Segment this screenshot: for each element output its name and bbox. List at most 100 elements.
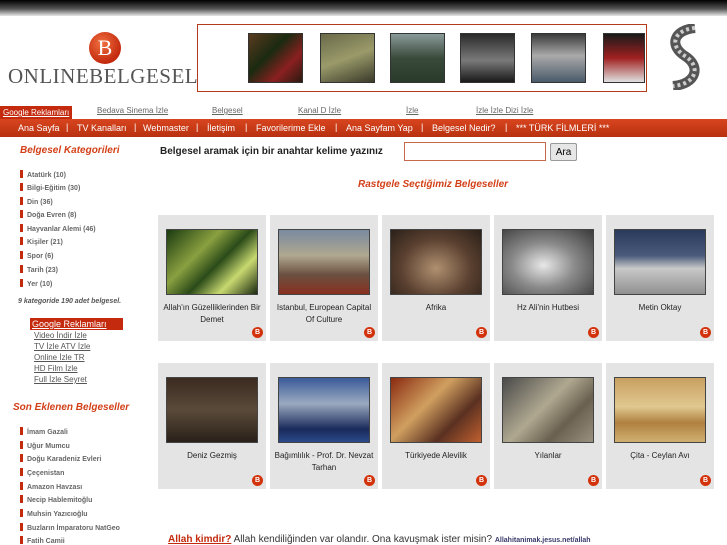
- doc-title[interactable]: Çita - Ceylan Avı: [608, 450, 712, 462]
- bullet-icon: [20, 251, 23, 259]
- doc-thumbnail[interactable]: [390, 377, 482, 443]
- banner-image-1: [248, 33, 303, 83]
- doc-card[interactable]: Deniz Gezmiş B: [158, 363, 266, 489]
- footer-ad-url[interactable]: Allahitanimak.jesus.net/allah: [495, 537, 591, 544]
- recent-item[interactable]: Muhsin Yazıcıoğlu: [20, 509, 88, 518]
- header-banner-ad[interactable]: [197, 24, 647, 92]
- top-gradient-bar: [0, 0, 727, 16]
- doc-title[interactable]: Deniz Gezmiş: [160, 450, 264, 462]
- doc-thumbnail[interactable]: [502, 377, 594, 443]
- category-label: Kişiler (21): [27, 239, 63, 246]
- category-item[interactable]: Hayvanlar Alemi (46): [20, 224, 96, 233]
- bullet-icon: [20, 509, 23, 517]
- nav-tv-kanallari[interactable]: TV Kanalları: [77, 123, 127, 133]
- doc-thumbnail[interactable]: [278, 229, 370, 295]
- doc-thumbnail[interactable]: [390, 229, 482, 295]
- recent-item[interactable]: Çeçenistan: [20, 468, 64, 477]
- doc-thumbnail[interactable]: [502, 229, 594, 295]
- doc-card[interactable]: Allah'ın Güzelliklerinden Bir Demet B: [158, 215, 266, 341]
- category-item[interactable]: Bilgi-Eğitim (30): [20, 183, 80, 192]
- ad-link-bedava-sinema[interactable]: Bedava Sinema İzle: [97, 106, 168, 115]
- main-nav-bar: Ana Sayfa | TV Kanalları | Webmaster | İ…: [0, 119, 727, 137]
- category-item[interactable]: Yer (10): [20, 279, 52, 288]
- sidebar-ad-link[interactable]: TV İzle ATV İzle: [34, 341, 130, 352]
- logo-text: ONLINEBELGESEL: [8, 64, 199, 88]
- category-item[interactable]: Tarih (23): [20, 265, 58, 274]
- bullet-icon: [20, 441, 23, 449]
- doc-thumbnail[interactable]: [166, 229, 258, 295]
- recent-item[interactable]: Necip Hablemitoğlu: [20, 495, 92, 504]
- doc-title[interactable]: Istanbul, European Capital Of Culture: [272, 302, 376, 326]
- b-logo-icon: B: [364, 327, 375, 338]
- doc-card[interactable]: Yılanlar B: [494, 363, 602, 489]
- sidebar-ad-link[interactable]: HD Film İzle: [34, 363, 130, 374]
- recent-item[interactable]: Buzların İmparatoru NatGeo: [20, 523, 120, 532]
- doc-card[interactable]: Istanbul, European Capital Of Culture B: [270, 215, 378, 341]
- nav-ana-sayfam-yap[interactable]: Ana Sayfam Yap: [346, 123, 413, 133]
- doc-title[interactable]: Yılanlar: [496, 450, 600, 462]
- doc-title[interactable]: Türkiyede Alevilik: [384, 450, 488, 462]
- banner-image-3: [390, 33, 445, 83]
- google-ads-label[interactable]: Google Reklamları: [0, 106, 73, 120]
- footer-ad-link[interactable]: Allah kimdir?: [168, 534, 231, 545]
- sidebar-ad-link[interactable]: Video İndir İzle: [34, 330, 130, 341]
- nav-belgesel-nedir[interactable]: Belgesel Nedir?: [432, 123, 496, 133]
- doc-card[interactable]: Metin Oktay B: [606, 215, 714, 341]
- doc-card[interactable]: Çita - Ceylan Avı B: [606, 363, 714, 489]
- category-item[interactable]: Atatürk (10): [20, 170, 66, 179]
- doc-thumbnail[interactable]: [614, 229, 706, 295]
- recent-item[interactable]: İmam Gazali: [20, 427, 68, 436]
- doc-card[interactable]: Bağımlılık - Prof. Dr. Nevzat Tarhan B: [270, 363, 378, 489]
- ad-link-izle[interactable]: İzle: [406, 106, 418, 115]
- doc-thumbnail[interactable]: [614, 377, 706, 443]
- ad-link-belgesel[interactable]: Belgesel: [212, 106, 243, 115]
- category-label: Spor (6): [27, 253, 54, 260]
- doc-card[interactable]: Hz Ali'nin Hutbesi B: [494, 215, 602, 341]
- doc-card[interactable]: Türkiyede Alevilik B: [382, 363, 490, 489]
- recent-item[interactable]: Uğur Mumcu: [20, 441, 70, 450]
- nav-favorilerime-ekle[interactable]: Favorilerime Ekle: [256, 123, 326, 133]
- b-logo-icon: B: [700, 327, 711, 338]
- search-button[interactable]: Ara: [550, 143, 577, 161]
- categories-heading: Belgesel Kategorileri: [20, 145, 120, 156]
- category-label: Hayvanlar Alemi (46): [27, 226, 96, 233]
- bullet-icon: [20, 210, 23, 218]
- doc-thumbnail[interactable]: [278, 377, 370, 443]
- nav-turk-filmleri[interactable]: *** TÜRK FİLMLERİ ***: [516, 123, 609, 133]
- ad-link-dizi-izle[interactable]: İzle İzle Dizi İzle: [476, 106, 533, 115]
- category-item[interactable]: Din (36): [20, 197, 53, 206]
- doc-card[interactable]: Afrika B: [382, 215, 490, 341]
- bullet-icon: [20, 183, 23, 191]
- logo-b-icon: B: [89, 32, 121, 64]
- nav-separator: |: [505, 122, 508, 132]
- site-logo[interactable]: B ONLINEBELGESEL: [8, 28, 198, 92]
- doc-title[interactable]: Hz Ali'nin Hutbesi: [496, 302, 600, 314]
- ad-link-kanal-d[interactable]: Kanal D İzle: [298, 106, 341, 115]
- category-item[interactable]: Doğa Evren (8): [20, 210, 76, 219]
- bullet-icon: [20, 265, 23, 273]
- bullet-icon: [20, 279, 23, 287]
- recent-item[interactable]: Doğu Karadeniz Evleri: [20, 454, 101, 463]
- doc-title[interactable]: Bağımlılık - Prof. Dr. Nevzat Tarhan: [272, 450, 376, 474]
- recent-item[interactable]: Amazon Havzası: [20, 482, 82, 491]
- film-reel-icon: [670, 24, 700, 90]
- sidebar-ad-link[interactable]: Full İzle Seyret: [34, 374, 130, 385]
- search-input[interactable]: [404, 142, 546, 161]
- doc-title[interactable]: Allah'ın Güzelliklerinden Bir Demet: [160, 302, 264, 326]
- sidebar-ads-title[interactable]: Google Reklamları: [30, 318, 123, 330]
- sidebar-ad-link[interactable]: Online İzle TR: [34, 352, 130, 363]
- category-item[interactable]: Spor (6): [20, 251, 53, 260]
- bullet-icon: [20, 237, 23, 245]
- doc-title[interactable]: Metin Oktay: [608, 302, 712, 314]
- category-item[interactable]: Kişiler (21): [20, 237, 63, 246]
- doc-title[interactable]: Afrika: [384, 302, 488, 314]
- recent-label: Doğu Karadeniz Evleri: [27, 456, 102, 463]
- doc-thumbnail[interactable]: [166, 377, 258, 443]
- nav-ana-sayfa[interactable]: Ana Sayfa: [18, 123, 60, 133]
- category-label: Din (36): [27, 199, 53, 206]
- bullet-icon: [20, 224, 23, 232]
- recent-item[interactable]: Fatih Camii: [20, 536, 65, 545]
- bullet-icon: [20, 536, 23, 544]
- nav-iletisim[interactable]: İletişim: [207, 123, 235, 133]
- nav-webmaster[interactable]: Webmaster: [143, 123, 189, 133]
